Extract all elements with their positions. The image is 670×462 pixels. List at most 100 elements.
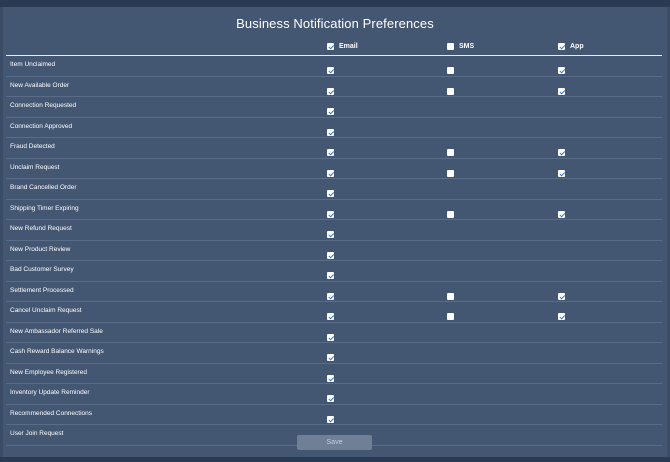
save-button[interactable]: Save	[297, 435, 372, 450]
top-bar	[0, 0, 670, 7]
bottom-bar	[0, 457, 670, 462]
email-cell	[327, 123, 335, 136]
table-row: Item Unclaimed	[6, 56, 662, 77]
notification-label: Unclaim Request	[10, 163, 60, 171]
table-row: Inventory Update Reminder	[6, 384, 662, 405]
notification-label: Inventory Update Reminder	[10, 389, 90, 396]
notification-label: User Join Request	[10, 430, 64, 437]
email-cell	[327, 307, 335, 320]
sms-cell	[447, 143, 455, 156]
sms-checkbox[interactable]	[447, 169, 454, 177]
email-checkbox[interactable]	[327, 292, 334, 300]
email-cell	[327, 410, 335, 423]
notification-label: Connection Requested	[10, 102, 77, 109]
email-checkbox[interactable]	[327, 108, 334, 115]
sms-checkbox[interactable]	[447, 313, 454, 320]
table-row: Connection Requested	[6, 97, 662, 118]
sms-checkbox[interactable]	[447, 210, 454, 218]
notification-label: Bad Customer Survey	[10, 266, 74, 273]
email-cell	[327, 266, 335, 279]
app-select-all-checkbox[interactable]	[558, 43, 565, 50]
app-checkbox[interactable]	[558, 313, 565, 320]
email-checkbox[interactable]	[327, 313, 334, 320]
sms-select-all-checkbox[interactable]	[447, 43, 454, 50]
email-cell	[327, 389, 335, 402]
notification-label: New Ambassador Referred Sale	[10, 327, 103, 335]
email-checkbox[interactable]	[327, 251, 334, 259]
table-row: Recommended Connections	[6, 405, 662, 425]
notification-label: Cancel Unclaim Request	[10, 307, 82, 314]
sms-cell	[447, 82, 455, 95]
app-cell	[558, 164, 566, 177]
notification-label: New Employee Registered	[10, 368, 87, 376]
email-cell	[327, 225, 335, 238]
email-checkbox[interactable]	[327, 395, 334, 402]
table-row: Bad Customer Survey	[6, 261, 662, 282]
email-checkbox[interactable]	[327, 354, 334, 361]
table-row: Brand Cancelled Order	[6, 179, 662, 200]
column-label-email: Email	[339, 43, 358, 50]
email-select-all-checkbox[interactable]	[327, 43, 334, 50]
sms-checkbox[interactable]	[447, 292, 454, 300]
notification-label: Brand Cancelled Order	[10, 184, 77, 191]
app-cell	[558, 82, 566, 95]
app-cell	[558, 287, 566, 300]
notification-label: New Product Review	[10, 245, 71, 253]
page-title: Business Notification Preferences	[236, 16, 434, 31]
app-checkbox[interactable]	[558, 67, 565, 74]
email-checkbox[interactable]	[327, 67, 334, 74]
email-cell	[327, 328, 335, 341]
sms-checkbox[interactable]	[447, 87, 454, 95]
sms-cell	[447, 205, 455, 218]
notification-label: Fraud Detected	[10, 143, 55, 150]
email-checkbox[interactable]	[327, 415, 334, 423]
email-checkbox[interactable]	[327, 169, 334, 177]
table-row: Cancel Unclaim Request	[6, 302, 662, 323]
email-cell	[327, 246, 335, 259]
sms-cell	[447, 287, 455, 300]
app-checkbox[interactable]	[558, 292, 565, 300]
app-cell	[558, 307, 566, 320]
email-cell	[327, 143, 335, 156]
notification-label: Shipping Timer Expiring	[10, 204, 79, 212]
email-checkbox[interactable]	[327, 149, 334, 156]
table-row: New Employee Registered	[6, 364, 662, 384]
email-checkbox[interactable]	[327, 190, 334, 197]
app-cell	[558, 61, 566, 74]
table-row: Settlement Processed	[6, 282, 662, 302]
notification-label: Item Unclaimed	[10, 61, 56, 68]
sms-cell	[447, 61, 455, 74]
email-checkbox[interactable]	[327, 128, 334, 136]
notification-label: Connection Approved	[10, 122, 73, 130]
email-checkbox[interactable]	[327, 210, 334, 218]
column-header-email[interactable]: Email	[327, 41, 358, 52]
email-checkbox[interactable]	[327, 333, 334, 341]
email-cell	[327, 369, 335, 382]
app-cell	[558, 143, 566, 156]
app-checkbox[interactable]	[558, 87, 565, 95]
notification-label: New Available Order	[10, 81, 70, 89]
app-checkbox[interactable]	[558, 210, 565, 218]
column-label-app: App	[570, 43, 584, 50]
table-row: New Ambassador Referred Sale	[6, 323, 662, 343]
sms-checkbox[interactable]	[447, 67, 454, 74]
sms-checkbox[interactable]	[447, 149, 454, 156]
email-cell	[327, 348, 335, 361]
email-checkbox[interactable]	[327, 231, 334, 238]
app-checkbox[interactable]	[558, 169, 565, 177]
app-cell	[558, 205, 566, 218]
sms-cell	[447, 307, 455, 320]
sms-cell	[447, 164, 455, 177]
column-header-app[interactable]: App	[558, 41, 584, 52]
table-row: Cash Reward Balance Warnings	[6, 343, 662, 364]
app-checkbox[interactable]	[558, 149, 565, 156]
column-label-sms: SMS	[459, 43, 475, 50]
notification-label: Cash Reward Balance Warnings	[10, 348, 104, 355]
table-row: Connection Approved	[6, 118, 662, 138]
table-row: New Available Order	[6, 77, 662, 97]
email-checkbox[interactable]	[327, 374, 334, 382]
email-checkbox[interactable]	[327, 272, 334, 279]
email-checkbox[interactable]	[327, 87, 334, 95]
email-cell	[327, 82, 335, 95]
column-header-sms[interactable]: SMS	[447, 41, 474, 52]
